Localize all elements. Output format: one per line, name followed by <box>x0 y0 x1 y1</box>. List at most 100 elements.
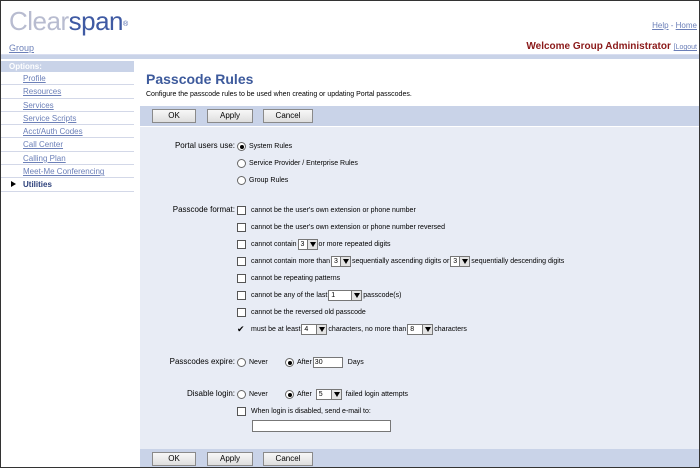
sidebar-item-resources[interactable]: Resources <box>1 85 134 99</box>
rule-repeating-patterns[interactable]: cannot be repeating patterns <box>237 273 340 284</box>
expire-after[interactable]: After 30 Days <box>285 357 364 368</box>
notification-email-input[interactable] <box>252 420 391 432</box>
radio-icon[interactable] <box>237 142 246 151</box>
repeated-digits-select[interactable]: 3 <box>297 239 318 250</box>
radio-icon[interactable] <box>285 390 294 399</box>
rule-label: must be at least <box>251 326 301 333</box>
radio-system-rules[interactable]: System Rules <box>237 141 292 152</box>
last-passcodes-select[interactable]: 1 <box>328 290 363 301</box>
radio-label: After <box>297 359 312 366</box>
rule-last-passcodes[interactable]: cannot be any of the last 1 passcode(s) <box>237 290 401 301</box>
rule-label: cannot be the user's own extension or ph… <box>251 224 445 231</box>
checkbox[interactable] <box>237 223 246 232</box>
checkbox[interactable] <box>237 291 246 300</box>
disable-login-after[interactable]: After 5 failed login attempts <box>285 389 408 400</box>
rule-label: cannot contain more than <box>251 258 330 265</box>
logo-text-span: span <box>68 6 124 36</box>
chevron-down-icon[interactable] <box>330 390 341 399</box>
sidebar-item-calling-plan[interactable]: Calling Plan <box>1 151 134 166</box>
top-button-bar: OK Apply Cancel <box>140 106 699 126</box>
sidebar-item-meet-me-conferencing[interactable]: Meet-Me Conferencing <box>1 165 134 179</box>
chevron-down-icon[interactable] <box>340 257 350 266</box>
chevron-down-icon[interactable] <box>459 257 470 266</box>
expire-never[interactable]: Never <box>237 357 268 368</box>
checkbox[interactable] <box>237 240 246 249</box>
checkbox[interactable] <box>237 308 246 317</box>
apply-button-bottom[interactable]: Apply <box>207 452 253 466</box>
passcode-rules-form: Portal users use: System Rules Service P… <box>140 127 699 449</box>
email-option-label: When login is disabled, send e-mail to: <box>251 408 371 415</box>
radio-label: Service Provider / Enterprise Rules <box>249 160 358 167</box>
help-separator: - <box>668 21 676 30</box>
cancel-button-top[interactable]: Cancel <box>263 109 313 123</box>
select-value: 3 <box>453 258 458 265</box>
chevron-down-icon[interactable] <box>306 240 317 249</box>
send-email-option[interactable]: When login is disabled, send e-mail to: <box>237 406 371 417</box>
min-length-select[interactable]: 4 <box>301 324 328 335</box>
sidebar-item-profile[interactable]: Profile <box>1 72 134 86</box>
rule-label: cannot be the user's own extension or ph… <box>251 207 416 214</box>
app-window: Clearspan® Group Help - Home Welcome Gro… <box>0 0 700 468</box>
radio-icon[interactable] <box>237 159 246 168</box>
radio-label: System Rules <box>249 143 293 150</box>
welcome-banner: Welcome Group Administrator [Logout <box>526 41 697 52</box>
chevron-down-icon[interactable] <box>316 325 327 334</box>
login-attempts-select[interactable]: 5 <box>315 389 342 400</box>
sidebar: Options: Profile Resources Services Serv… <box>1 61 134 467</box>
chevron-down-icon[interactable] <box>422 325 433 334</box>
sidebar-item-call-center[interactable]: Call Center <box>1 138 134 152</box>
sidebar-item-utilities[interactable]: Utilities <box>1 178 134 192</box>
radio-label: Group Rules <box>249 177 289 184</box>
chevron-down-icon[interactable] <box>351 291 362 300</box>
help-link[interactable]: Help <box>652 21 668 30</box>
apply-button-top[interactable]: Apply <box>207 109 253 123</box>
select-value: 8 <box>410 326 415 333</box>
ok-button-bottom[interactable]: OK <box>152 452 196 466</box>
expire-days-input[interactable]: 30 <box>312 357 343 368</box>
rule-length: ✔ must be at least 4 characters, no more … <box>237 324 467 335</box>
rule-repeated-digits[interactable]: cannot contain 3 or more repeated digits <box>237 239 391 250</box>
passcode-format-label: Passcode format: <box>172 205 235 214</box>
rule-sequential-digits[interactable]: cannot contain more than 3 sequentially … <box>237 256 564 267</box>
checkbox[interactable] <box>237 274 246 283</box>
portal-users-label: Portal users use: <box>174 141 235 150</box>
radio-icon[interactable] <box>237 358 246 367</box>
radio-icon[interactable] <box>285 358 294 367</box>
checkbox[interactable] <box>237 257 246 266</box>
rule-label: passcode(s) <box>363 292 402 299</box>
days-label: Days <box>347 359 364 366</box>
rule-extension-reversed[interactable]: cannot be the user's own extension or ph… <box>237 222 445 233</box>
radio-icon[interactable] <box>237 176 246 185</box>
rule-label: cannot be any of the last <box>251 292 328 299</box>
rule-label: sequentially ascending digits or <box>352 258 450 265</box>
page-title: Passcode Rules <box>146 71 254 87</box>
sidebar-item-services[interactable]: Services <box>1 98 134 112</box>
rule-extension[interactable]: cannot be the user's own extension or ph… <box>237 205 416 216</box>
select-value: 4 <box>304 326 309 333</box>
logout-link[interactable]: [Logout <box>674 44 697 51</box>
select-value: 3 <box>300 241 305 248</box>
select-value: 3 <box>334 258 338 265</box>
disable-login-never[interactable]: Never <box>237 389 268 400</box>
home-link[interactable]: Home <box>676 21 697 30</box>
rule-label: characters <box>434 326 467 333</box>
select-value: 5 <box>318 391 323 398</box>
logo-text-clear: Clear <box>9 6 69 36</box>
checkbox[interactable] <box>237 407 246 416</box>
rule-label: cannot be repeating patterns <box>251 275 341 282</box>
ascending-digits-select[interactable]: 3 <box>331 256 351 267</box>
sidebar-item-acct-auth-codes[interactable]: Acct/Auth Codes <box>1 125 134 139</box>
radio-group-rules[interactable]: Group Rules <box>237 175 288 186</box>
ok-button-top[interactable]: OK <box>152 109 196 123</box>
sidebar-item-service-scripts[interactable]: Service Scripts <box>1 111 134 126</box>
radio-icon[interactable] <box>237 390 246 399</box>
checkbox[interactable] <box>237 206 246 215</box>
rule-reversed-old[interactable]: cannot be the reversed old passcode <box>237 307 366 318</box>
radio-service-provider-rules[interactable]: Service Provider / Enterprise Rules <box>237 158 358 169</box>
passcodes-expire-label: Passcodes expire: <box>169 357 235 366</box>
cancel-button-bottom[interactable]: Cancel <box>263 452 313 466</box>
descending-digits-select[interactable]: 3 <box>450 256 471 267</box>
max-length-select[interactable]: 8 <box>407 324 434 335</box>
select-value: 1 <box>331 292 336 299</box>
group-link[interactable]: Group <box>9 43 34 53</box>
